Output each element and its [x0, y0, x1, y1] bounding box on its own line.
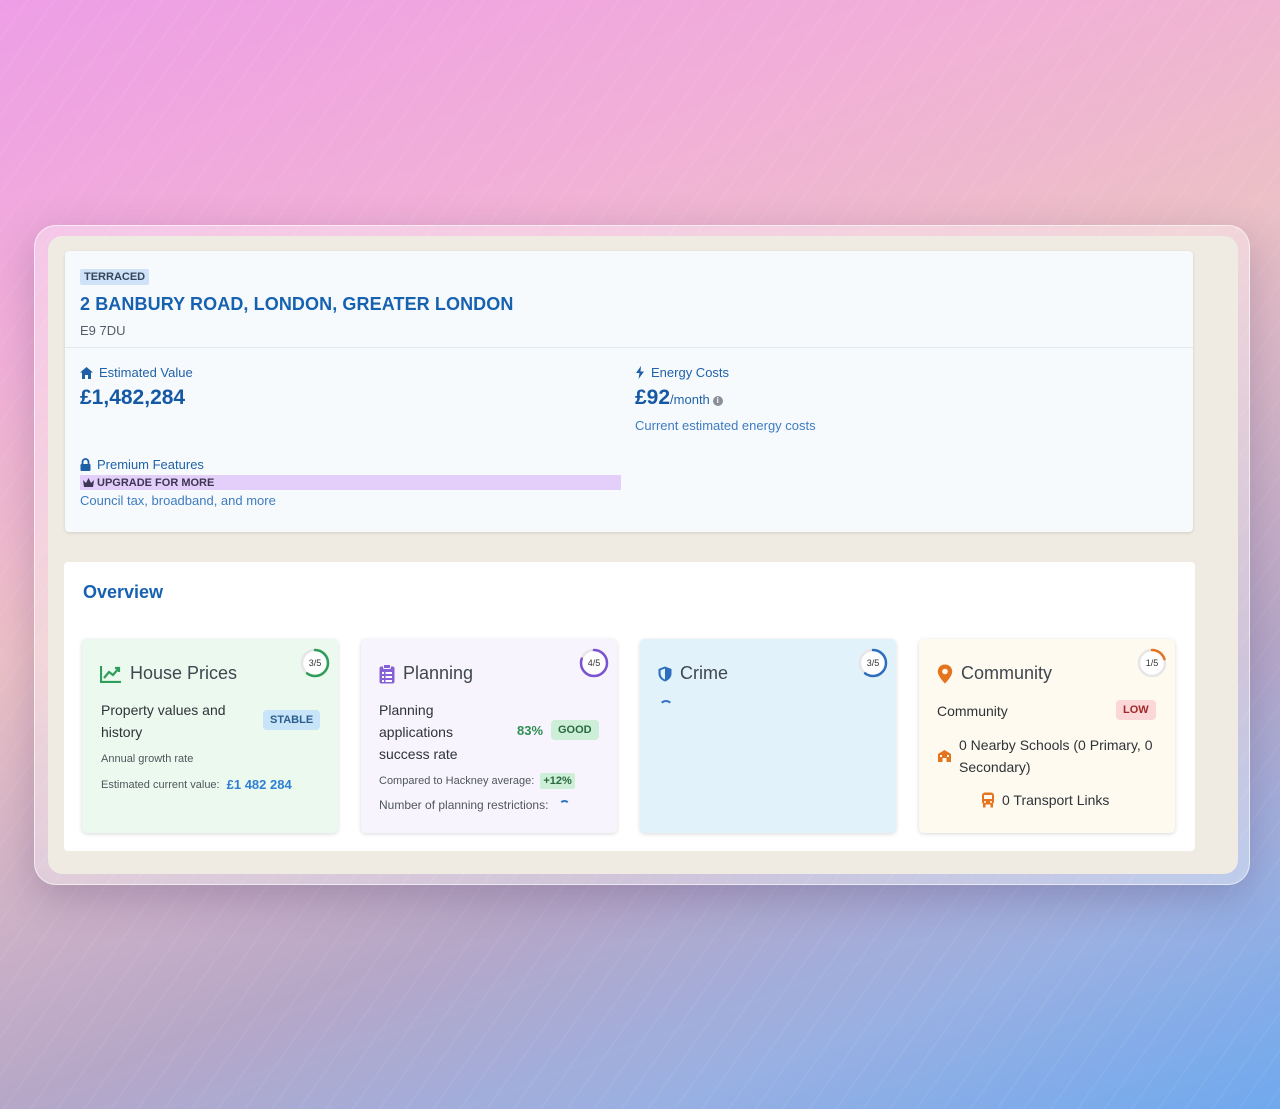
estimated-value-stat: Estimated Value £1,482,284 — [80, 365, 193, 410]
property-type-badge: TERRACED — [80, 269, 150, 285]
house-prices-status-badge: STABLE — [263, 710, 321, 730]
lock-icon — [80, 458, 91, 471]
shield-icon — [658, 666, 672, 681]
estimated-value: £1,482,284 — [80, 386, 186, 409]
planning-success-rate: 83% — [517, 723, 544, 738]
hackney-comparison-row: Compared to Hackney average: +12% — [379, 773, 575, 789]
chart-line-icon — [100, 665, 121, 683]
premium-features: Premium Features UPGRADE FOR MORE Counci… — [80, 457, 621, 508]
planning-description: Planning applications success rate — [379, 702, 458, 762]
growth-rate-label: Annual growth rate — [101, 753, 194, 765]
house-prices-description: Property values and history — [101, 702, 226, 740]
premium-features-label: Premium Features — [80, 457, 621, 472]
clipboard-list-icon — [379, 663, 395, 683]
transport-links: 0 Transport Links — [1002, 792, 1110, 808]
crime-card[interactable]: Crime 3/5 — [640, 639, 896, 833]
crime-title: Crime — [658, 663, 728, 684]
loading-spinner-icon — [559, 799, 571, 811]
school-icon — [938, 750, 951, 762]
current-value-row: Estimated current value: £1 482 284 — [101, 777, 292, 792]
crime-score-ring: 3/5 — [858, 648, 888, 678]
bolt-icon — [636, 366, 644, 379]
energy-costs-label: Energy Costs — [635, 365, 816, 380]
community-card[interactable]: Community 1/5 Community LOW 0 Nearby Sch… — [919, 639, 1175, 833]
home-icon — [80, 366, 93, 379]
crown-icon — [83, 478, 94, 487]
community-score-ring: 1/5 — [1137, 648, 1167, 678]
nearby-schools: 0 Nearby Schools (0 Primary, 0 Secondary… — [959, 737, 1153, 775]
property-postcode: E9 7DU — [80, 323, 126, 338]
hackney-comparison-value: +12% — [540, 773, 575, 789]
current-value: £1 482 284 — [226, 777, 292, 792]
planning-status-badge: GOOD — [551, 720, 599, 740]
overview-section: Overview House Prices 3/5 Property value… — [64, 562, 1195, 851]
energy-costs-subtext: Current estimated energy costs — [635, 418, 816, 433]
bus-icon — [982, 792, 994, 808]
house-prices-title: House Prices — [100, 663, 237, 684]
community-label: Community — [937, 703, 1008, 719]
property-card: TERRACED 2 BANBURY ROAD, LONDON, GREATER… — [65, 251, 1193, 532]
property-header: TERRACED 2 BANBURY ROAD, LONDON, GREATER… — [65, 251, 1193, 348]
house-prices-card[interactable]: House Prices 3/5 Property values and his… — [82, 639, 338, 833]
info-icon[interactable]: i — [712, 396, 723, 406]
planning-score: 4/5 — [587, 658, 601, 668]
estimated-value-label: Estimated Value — [80, 365, 193, 380]
overview-title: Overview — [83, 582, 164, 602]
upgrade-button[interactable]: UPGRADE FOR MORE — [80, 475, 621, 490]
house-prices-score-ring: 3/5 — [300, 648, 330, 678]
planning-score-ring: 4/5 — [579, 648, 609, 678]
loading-spinner-icon — [659, 700, 673, 714]
energy-costs-stat: Energy Costs £92/month i Current estimate… — [635, 365, 816, 433]
property-address: 2 BANBURY ROAD, LONDON, GREATER LONDON — [80, 294, 514, 314]
community-title: Community — [937, 663, 1052, 684]
premium-features-subtext: Council tax, broadband, and more — [80, 493, 276, 508]
map-pin-icon — [937, 664, 953, 683]
planning-restrictions-row: Number of planning restrictions: — [379, 798, 571, 812]
planning-card[interactable]: Planning 4/5 Planning applications succe… — [361, 639, 617, 833]
planning-title: Planning — [379, 663, 473, 684]
energy-costs-value: £92/month i — [635, 386, 816, 410]
house-prices-score: 3/5 — [308, 658, 322, 668]
community-score: 1/5 — [1145, 658, 1159, 668]
community-status-badge: LOW — [1116, 700, 1156, 720]
property-stats: Estimated Value £1,482,284 Energy Costs … — [65, 348, 1193, 531]
crime-score: 3/5 — [866, 658, 880, 668]
